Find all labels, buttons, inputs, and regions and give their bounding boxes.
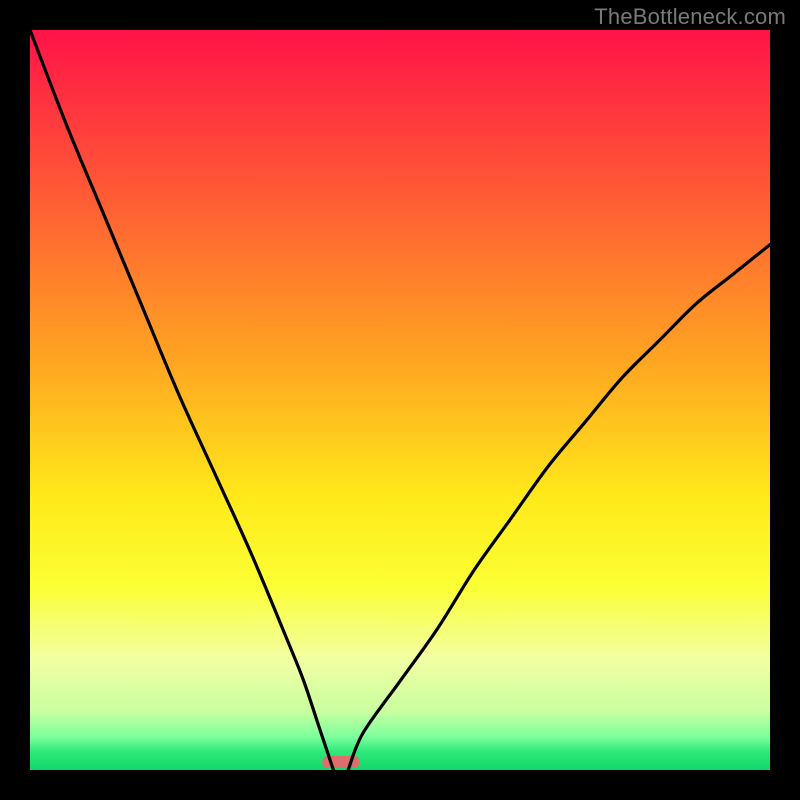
chart-frame: TheBottleneck.com xyxy=(0,0,800,800)
watermark-text: TheBottleneck.com xyxy=(594,4,786,30)
plot-background xyxy=(30,30,770,770)
bottleneck-chart xyxy=(0,0,800,800)
